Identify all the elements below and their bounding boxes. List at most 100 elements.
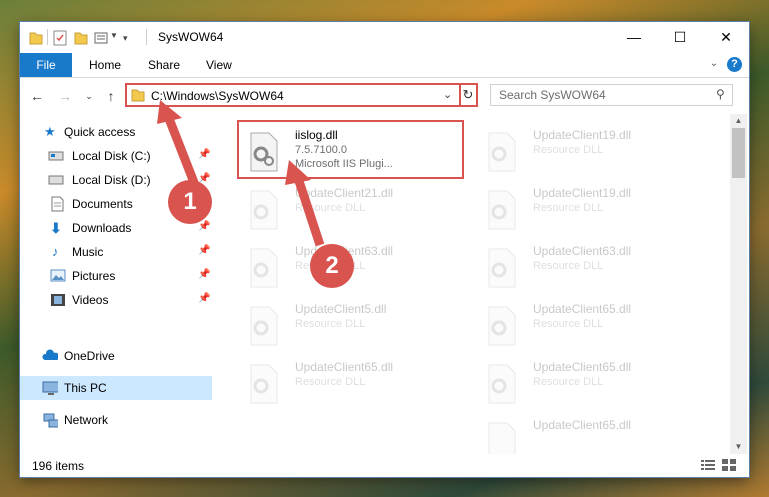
back-button[interactable]: ← xyxy=(28,87,46,105)
dll-file-icon xyxy=(488,132,516,172)
address-dropdown-icon[interactable]: ⌄ xyxy=(443,88,452,101)
onedrive-icon xyxy=(42,349,58,360)
file-tile[interactable]: UpdateClient21.dll Resource DLL xyxy=(239,178,464,236)
file-name: UpdateClient65.dll xyxy=(533,360,632,374)
star-icon: ★ xyxy=(44,124,56,139)
sidebar-item-this-pc[interactable]: This PC xyxy=(20,376,212,400)
sidebar-item-label: Local Disk (C:) xyxy=(72,149,151,163)
status-bar: 196 items xyxy=(20,454,749,477)
forward-button[interactable]: → xyxy=(56,87,74,105)
details-view-icon[interactable] xyxy=(701,459,715,471)
tab-share[interactable]: Share xyxy=(148,53,180,77)
large-icons-view-icon[interactable] xyxy=(722,459,736,471)
sidebar-item-label: Quick access xyxy=(64,125,136,139)
dll-file-icon xyxy=(250,190,278,230)
download-icon: ⬇ xyxy=(50,220,62,236)
ribbon-tabs: File Home Share View ⌄ ? xyxy=(20,53,749,78)
file-type: Resource DLL xyxy=(295,376,366,388)
expand-ribbon-icon[interactable]: ⌄ xyxy=(707,57,721,71)
dll-file-icon xyxy=(250,364,278,404)
file-tile[interactable]: UpdateClient19.dll Resource DLL xyxy=(477,120,702,178)
sidebar-item-pictures[interactable]: Pictures 📌 xyxy=(20,264,212,288)
sidebar-item-label: OneDrive xyxy=(64,349,115,363)
sidebar-item-local-disk-c[interactable]: Local Disk (C:) 📌 xyxy=(20,144,212,168)
sidebar-item-music[interactable]: ♪ Music 📌 xyxy=(20,240,212,264)
vertical-scrollbar[interactable]: ▲ ▼ xyxy=(730,114,747,454)
step-1-badge: 1 xyxy=(168,180,212,224)
item-count: 196 items xyxy=(32,459,85,473)
pin-icon[interactable]: 📌 xyxy=(198,269,210,280)
documents-icon xyxy=(51,196,64,212)
sidebar-item-label: Downloads xyxy=(72,221,132,235)
computer-icon xyxy=(42,381,58,395)
step-2-badge: 2 xyxy=(310,244,354,288)
close-button[interactable]: ✕ xyxy=(703,22,749,53)
search-input[interactable]: Search SysWOW64 ⚲ xyxy=(490,84,733,106)
sidebar-item-label: Music xyxy=(72,245,104,259)
dll-file-icon xyxy=(488,364,516,404)
file-name: UpdateClient21.dll xyxy=(295,186,394,200)
pin-icon[interactable]: 📌 xyxy=(198,245,210,256)
drive-icon xyxy=(48,175,64,185)
pin-icon[interactable]: 📌 xyxy=(198,149,210,160)
address-bar[interactable]: C:\Windows\SysWOW64 ⌄ xyxy=(125,83,461,107)
address-path: C:\Windows\SysWOW64 xyxy=(151,89,284,103)
tab-view[interactable]: View xyxy=(206,53,232,77)
dll-file-icon xyxy=(250,306,278,346)
tab-home[interactable]: Home xyxy=(89,53,121,77)
recent-locations-icon[interactable]: ⌄ xyxy=(80,87,98,105)
sidebar-item-network[interactable]: Network xyxy=(20,408,212,432)
folder-icon xyxy=(29,32,43,45)
help-button[interactable]: ? xyxy=(727,57,742,72)
maximize-button[interactable]: ☐ xyxy=(657,22,703,53)
file-name: UpdateClient19.dll xyxy=(533,186,632,200)
network-icon xyxy=(43,413,58,428)
up-button[interactable]: ↑ xyxy=(102,87,120,105)
title-bar: ▼ ▾ SysWOW64 — ☐ ✕ xyxy=(20,22,749,53)
minimize-button[interactable]: — xyxy=(611,22,657,53)
sidebar-item-label: This PC xyxy=(64,381,107,395)
refresh-button[interactable]: ↻ xyxy=(460,83,478,107)
file-tile[interactable]: UpdateClient65.dll Resource DLL xyxy=(239,352,464,410)
scroll-down-icon[interactable]: ▼ xyxy=(730,440,747,454)
file-name: UpdateClient65.dll xyxy=(295,360,394,374)
file-tile[interactable]: UpdateClient65.dll xyxy=(477,410,702,462)
tab-file[interactable]: File xyxy=(20,53,72,77)
window-title: SysWOW64 xyxy=(158,30,224,44)
chevron-down-icon[interactable]: ▼ xyxy=(110,31,118,47)
sidebar-item-onedrive[interactable]: OneDrive xyxy=(20,344,212,368)
pin-icon[interactable]: 📌 xyxy=(198,293,210,304)
pictures-icon xyxy=(50,269,66,282)
customize-icon[interactable] xyxy=(94,30,108,46)
file-type: Resource DLL xyxy=(533,202,604,214)
file-tile[interactable]: UpdateClient19.dll Resource DLL xyxy=(477,178,702,236)
pin-icon[interactable]: 📌 xyxy=(198,221,210,232)
file-type: Resource DLL xyxy=(533,260,604,272)
file-name: UpdateClient5.dll xyxy=(295,302,387,316)
videos-icon xyxy=(51,294,65,306)
sidebar-item-label: Network xyxy=(64,413,109,427)
dll-file-icon xyxy=(488,306,516,346)
quick-access-dropdown-icon[interactable]: ▾ xyxy=(123,33,128,49)
file-type: Resource DLL xyxy=(295,318,366,330)
sidebar-item-quick-access[interactable]: ★ Quick access xyxy=(20,120,212,144)
file-type: Resource DLL xyxy=(533,376,604,388)
properties-icon[interactable] xyxy=(53,30,67,46)
search-icon[interactable]: ⚲ xyxy=(716,87,725,101)
music-icon: ♪ xyxy=(52,244,59,259)
drive-icon xyxy=(48,151,64,161)
file-tile[interactable]: UpdateClient65.dll Resource DLL xyxy=(477,294,702,352)
file-tile[interactable]: UpdateClient5.dll Resource DLL xyxy=(239,294,464,352)
file-name: UpdateClient65.dll xyxy=(533,302,632,316)
file-tile[interactable]: UpdateClient63.dll Resource DLL xyxy=(477,236,702,294)
sidebar-item-videos[interactable]: Videos 📌 xyxy=(20,288,212,312)
highlight-box xyxy=(237,120,464,179)
sidebar-item-label: Local Disk (D:) xyxy=(72,173,151,187)
new-folder-icon[interactable] xyxy=(74,30,88,46)
file-tile[interactable]: UpdateClient65.dll Resource DLL xyxy=(477,352,702,410)
search-placeholder: Search SysWOW64 xyxy=(499,88,606,102)
sidebar-item-label: Videos xyxy=(72,293,109,307)
dll-file-icon xyxy=(488,248,516,288)
scroll-up-icon[interactable]: ▲ xyxy=(730,114,747,128)
scroll-thumb[interactable] xyxy=(732,128,745,178)
